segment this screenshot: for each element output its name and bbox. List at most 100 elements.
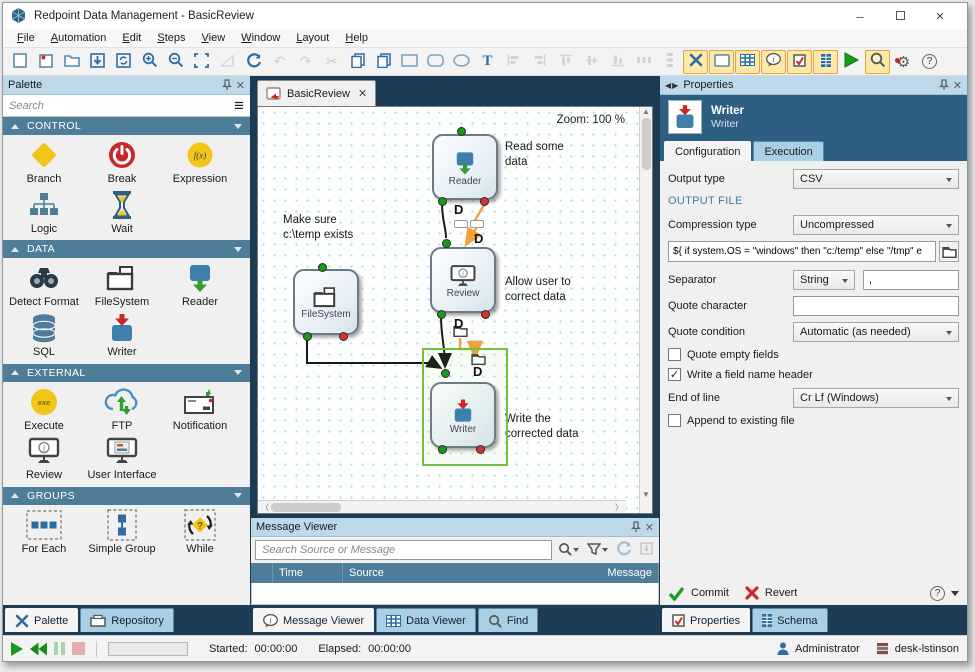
toolbar-button[interactable] (735, 50, 760, 74)
commit-button[interactable]: Commit (691, 587, 729, 599)
pin-icon[interactable] (939, 79, 949, 91)
toolbar-button[interactable] (215, 50, 240, 74)
flow-node[interactable]: Writer (430, 382, 496, 448)
dock-tab[interactable]: Palette (5, 608, 78, 632)
horizontal-scrollbar[interactable]: 〈〉 (258, 500, 626, 513)
toolbar-button[interactable] (865, 50, 890, 74)
toolbar-button[interactable]: ⚙ (891, 50, 916, 74)
toolbar-button[interactable] (85, 50, 110, 74)
close-icon[interactable]: ✕ (236, 79, 245, 92)
palette-item[interactable]: FTP (83, 386, 161, 433)
output-file-path-input[interactable] (668, 241, 936, 262)
separator-type-select[interactable]: String (793, 270, 855, 290)
field-name-header-checkbox[interactable] (668, 368, 681, 381)
toolbar-button[interactable] (683, 50, 708, 74)
run-icon[interactable] (11, 642, 23, 656)
canvas-annotation[interactable]: Allow user to correct data (505, 275, 571, 304)
pin-icon[interactable] (631, 521, 641, 533)
toolbar-button[interactable] (241, 50, 266, 74)
node-port[interactable] (457, 127, 466, 136)
toolbar-button[interactable]: ↶ (267, 50, 292, 74)
toolbar-button[interactable] (371, 50, 396, 74)
node-port[interactable] (442, 239, 451, 248)
column-header[interactable]: Time (273, 563, 343, 583)
chevron-down-icon[interactable] (951, 591, 959, 596)
toolbar-button[interactable] (33, 50, 58, 74)
toolbar-button[interactable]: ✂ (319, 50, 344, 74)
separator-value-input[interactable] (863, 270, 959, 290)
palette-search-input[interactable] (3, 96, 228, 116)
palette-item[interactable]: User Interface (83, 435, 161, 482)
filter-button[interactable] (585, 542, 610, 559)
palette-item[interactable]: Simple Group (83, 509, 161, 556)
quote-empty-fields-checkbox[interactable] (668, 348, 681, 361)
toolbar-button[interactable]: T (475, 50, 500, 74)
compression-type-select[interactable]: Uncompressed (793, 215, 959, 235)
canvas-annotation[interactable]: Write the corrected data (505, 412, 579, 441)
toolbar-button[interactable] (657, 50, 682, 74)
toolbar-button[interactable] (787, 50, 812, 74)
menu-icon[interactable]: ≡ (228, 96, 250, 116)
toolbar-button[interactable] (59, 50, 84, 74)
minimize-icon[interactable]: – (853, 9, 867, 24)
palette-item[interactable]: Reader (161, 262, 239, 309)
toolbar-button[interactable] (345, 50, 370, 74)
append-existing-checkbox[interactable] (668, 414, 681, 427)
section-header-groups[interactable]: GROUPS (3, 487, 250, 505)
column-header[interactable]: Message (601, 563, 659, 583)
palette-item[interactable]: FileSystem (83, 262, 161, 309)
close-icon[interactable]: ✕ (645, 521, 654, 534)
pin-icon[interactable] (222, 79, 232, 91)
flow-node[interactable]: Reader (432, 134, 498, 200)
toolbar-button[interactable] (7, 50, 32, 74)
toolbar-button[interactable] (839, 50, 864, 74)
menu-item[interactable]: Automation (43, 30, 115, 46)
palette-item[interactable]: Logic (5, 189, 83, 236)
dock-tab[interactable]: Find (478, 608, 538, 632)
palette-item[interactable]: Notification (161, 386, 239, 433)
menu-item[interactable]: Steps (149, 30, 193, 46)
toolbar-button[interactable] (423, 50, 448, 74)
toolbar-button[interactable]: ↷ (293, 50, 318, 74)
toolbar-button[interactable] (605, 50, 630, 74)
message-search-input[interactable] (255, 540, 552, 560)
toolbar-button[interactable] (813, 50, 838, 74)
palette-item[interactable]: ?While (161, 509, 239, 556)
search-options-button[interactable] (556, 542, 581, 559)
toolbar-button[interactable] (709, 50, 734, 74)
quote-character-input[interactable] (793, 296, 959, 316)
scroll-thumb[interactable] (642, 118, 651, 170)
close-icon[interactable]: ✕ (933, 9, 947, 24)
toolbar-button[interactable] (631, 50, 656, 74)
menu-item[interactable]: Window (233, 30, 288, 46)
flow-canvas[interactable]: Zoom: 100 % Read some (258, 107, 639, 513)
menu-item[interactable]: Help (337, 30, 376, 46)
node-port[interactable] (441, 369, 450, 378)
palette-item[interactable]: exeExecute (5, 386, 83, 433)
end-of-line-select[interactable]: Cr Lf (Windows) (793, 388, 959, 408)
section-header-control[interactable]: CONTROL (3, 117, 250, 135)
node-port[interactable] (481, 310, 490, 319)
close-icon[interactable]: ✕ (953, 79, 962, 92)
refresh-button[interactable] (614, 541, 634, 559)
node-port[interactable] (303, 332, 312, 341)
node-port[interactable] (476, 445, 485, 454)
palette-item[interactable]: Break (83, 139, 161, 186)
menu-item[interactable]: Layout (288, 30, 337, 46)
dock-tab[interactable]: Repository (80, 608, 174, 632)
section-header-external[interactable]: EXTERNAL (3, 364, 250, 382)
rewind-icon[interactable] (30, 642, 47, 656)
stop-icon[interactable] (72, 642, 85, 655)
column-header[interactable]: Source (343, 563, 601, 583)
quote-condition-select[interactable]: Automatic (as needed) (793, 322, 959, 342)
close-icon[interactable]: ✕ (356, 87, 367, 100)
output-type-select[interactable]: CSV (793, 169, 959, 189)
toolbar-button[interactable] (163, 50, 188, 74)
dock-tab[interactable]: Properties (662, 608, 750, 632)
palette-item[interactable]: Writer (83, 312, 161, 359)
properties-tab[interactable]: Configuration (664, 141, 751, 161)
node-port[interactable] (318, 263, 327, 272)
revert-button[interactable]: Revert (765, 587, 797, 599)
scroll-thumb[interactable] (271, 503, 341, 512)
toolbar-button[interactable] (189, 50, 214, 74)
